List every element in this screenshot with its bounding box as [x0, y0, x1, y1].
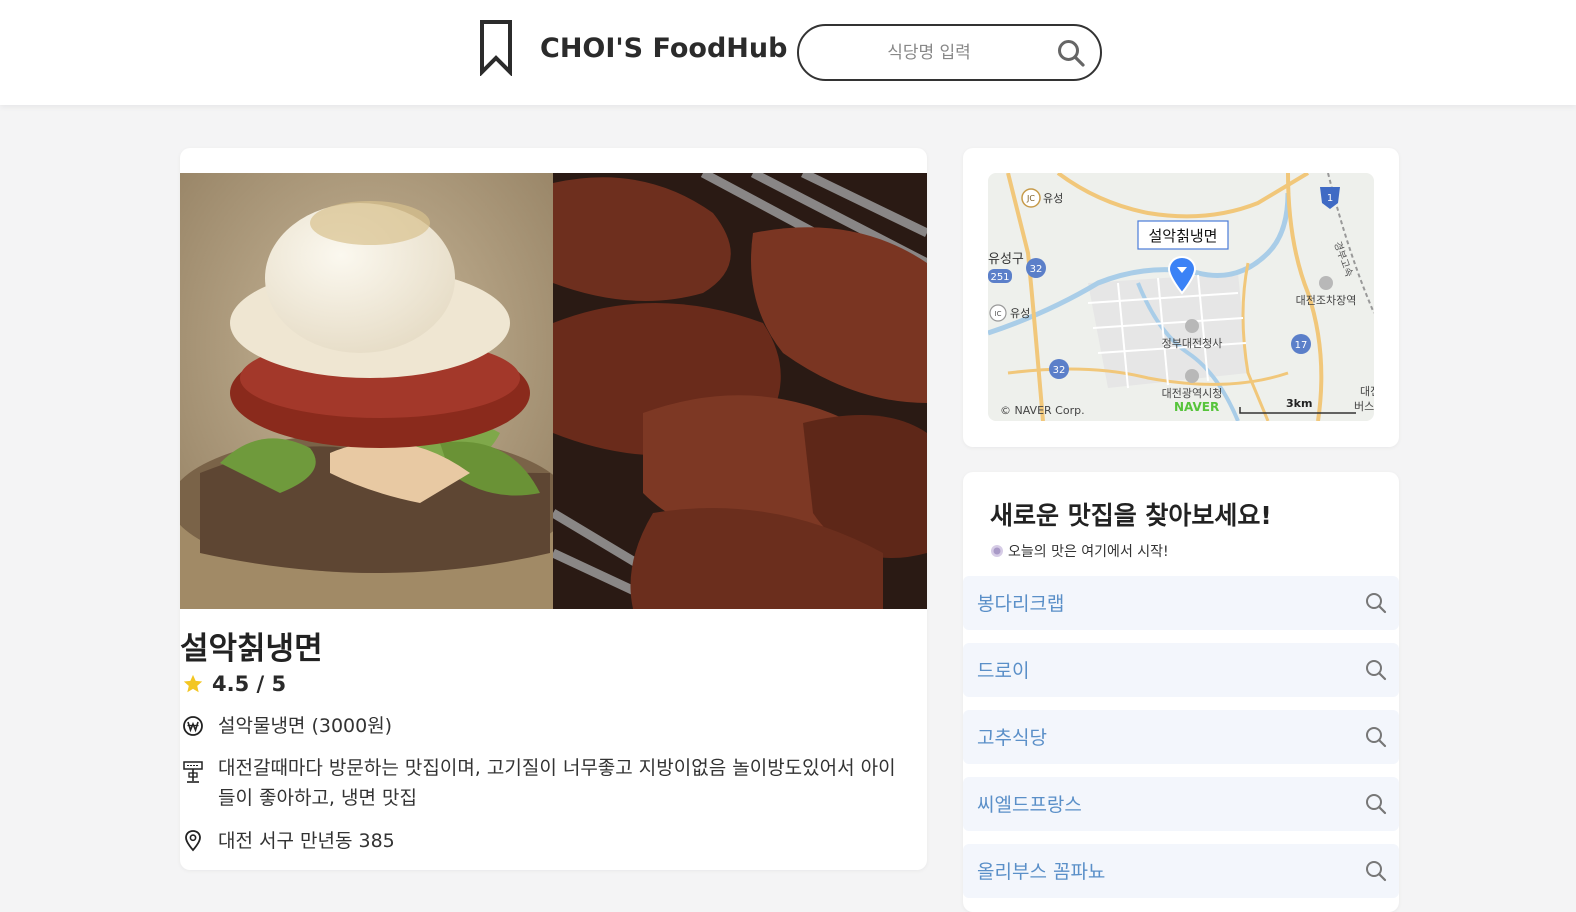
search-icon[interactable] [1365, 860, 1387, 882]
recommendation-item[interactable]: 드로이 [963, 643, 1399, 697]
address-text: 대전 서구 만년동 385 [218, 830, 395, 852]
address-row: 대전 서구 만년동 385 [182, 826, 395, 856]
recommendation-item[interactable]: 씨엘드프랑스 [963, 777, 1399, 831]
recommendation-item-label[interactable]: 드로이 [977, 656, 1029, 683]
map-label-yuseong-top: 유성 [1043, 192, 1063, 205]
recommendation-title: 새로운 맛집을 찾아보세요! [990, 501, 1272, 530]
search-icon[interactable] [1365, 592, 1387, 614]
menu-text: 설악물냉면 (3000원) [218, 715, 393, 737]
search-input[interactable] [819, 38, 1039, 68]
bookmark-icon[interactable] [478, 20, 514, 76]
map-scale-label: 3km [1286, 397, 1312, 410]
search-icon[interactable] [1365, 793, 1387, 815]
route-251-shield: 251 [990, 272, 1009, 283]
map-card: JC 유성 유성구 32 251 IC 유성 32 17 1 경부고속 정부대전… [963, 148, 1399, 447]
plate-icon [991, 545, 1003, 557]
restaurant-name: 설악칡냉면 [180, 631, 323, 667]
route-17-shield: 17 [1295, 340, 1308, 351]
galbi-photo [553, 173, 927, 609]
search-box [797, 24, 1102, 81]
recommendation-item-label[interactable]: 올리부스 꼼파뇨 [977, 857, 1105, 884]
location-pin-icon [185, 830, 201, 852]
recommendation-subtitle: 오늘의 맛은 여기에서 시작! [990, 541, 1169, 561]
recommendation-subtitle-text: 오늘의 맛은 여기에서 시작! [1008, 544, 1169, 560]
route-32-shield: 32 [1030, 264, 1043, 275]
route-1-shield: 1 [1327, 193, 1333, 204]
recommendation-item-label[interactable]: 씨엘드프랑스 [977, 790, 1082, 817]
won-coin-icon [183, 716, 203, 736]
brand-title[interactable]: CHOI'S FoodHub [540, 33, 787, 64]
menu-row: 설악물냉면 (3000원) [182, 711, 392, 741]
recommendation-item[interactable]: 올리부스 꼼파뇨 [963, 844, 1399, 898]
map-label-gov-complex: 정부대전청사 [1162, 337, 1223, 350]
restaurant-card: 설악칡냉면 4.5 / 5 설악물냉면 (3000원) 대전갈때마다 방문하는 … [180, 148, 927, 870]
recommendation-item[interactable]: 봉다리크랩 [963, 576, 1399, 630]
map-label-depot: 대전조차장역 [1296, 294, 1357, 307]
recommendation-item-label[interactable]: 봉다리크랩 [977, 589, 1064, 616]
recommendation-item-label[interactable]: 고추식당 [977, 723, 1047, 750]
restaurant-sign-icon [183, 761, 203, 783]
rating-value: 4.5 / 5 [212, 672, 287, 696]
description-row: 대전갈때마다 방문하는 맛집이며, 고기질이 너무좋고 지방이없음 놀이방도있어… [182, 753, 922, 813]
map-canvas[interactable]: JC 유성 유성구 32 251 IC 유성 32 17 1 경부고속 정부대전… [988, 173, 1374, 421]
map-copyright: © NAVER Corp. [1000, 404, 1085, 417]
jc-shield-label: JC [1026, 194, 1035, 203]
naengmyeon-photo [180, 173, 553, 609]
map-label-edge: 대전 [1360, 385, 1374, 398]
search-icon[interactable] [1056, 38, 1086, 68]
map-label-bus: 버스 [1354, 400, 1374, 413]
map-label-seogu: 유성구 [988, 252, 1024, 267]
map-view[interactable]: JC 유성 유성구 32 251 IC 유성 32 17 1 경부고속 정부대전… [988, 173, 1374, 421]
naver-logo: NAVER [1174, 400, 1219, 414]
top-header: CHOI'S FoodHub [0, 0, 1576, 105]
star-icon [183, 674, 203, 693]
map-label-yuseong-ic: 유성 [1010, 307, 1030, 320]
description-text: 대전갈때마다 방문하는 맛집이며, 고기질이 너무좋고 지방이없음 놀이방도있어… [218, 757, 896, 809]
map-marker-label: 설악칡냉면 [1148, 227, 1217, 245]
ic-shield-label: IC [995, 310, 1002, 318]
restaurant-photos [180, 173, 927, 609]
route-32b-shield: 32 [1053, 365, 1066, 376]
recommendation-card: 새로운 맛집을 찾아보세요! 오늘의 맛은 여기에서 시작! 봉다리크랩 드로이… [963, 472, 1399, 912]
rating: 4.5 / 5 [182, 670, 286, 698]
search-icon[interactable] [1365, 726, 1387, 748]
search-icon[interactable] [1365, 659, 1387, 681]
recommendation-item[interactable]: 고추식당 [963, 710, 1399, 764]
map-label-city-hall: 대전광역시청 [1162, 387, 1223, 400]
